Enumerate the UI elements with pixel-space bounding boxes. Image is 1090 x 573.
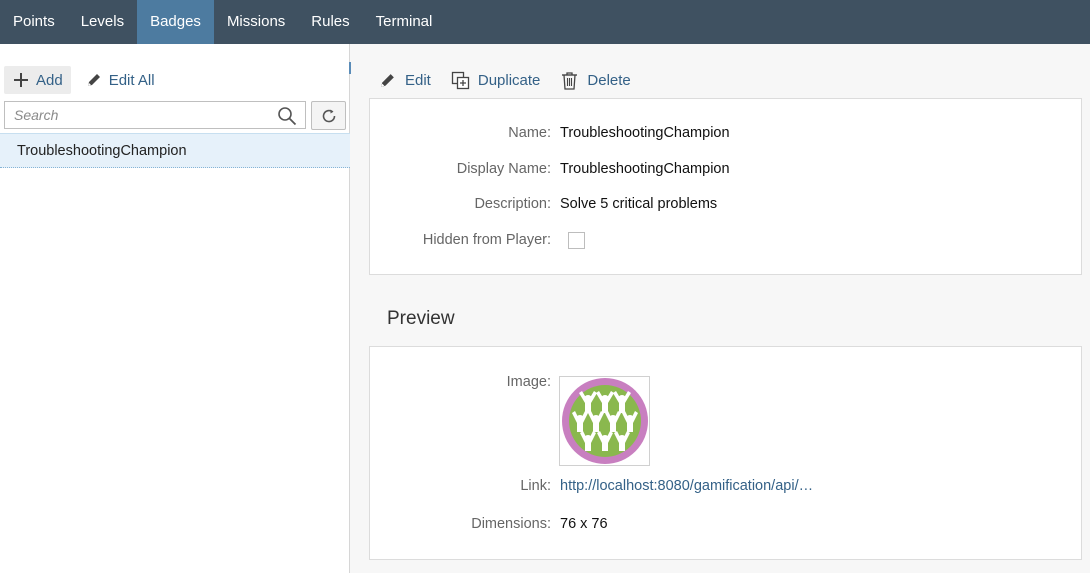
description-label: Description: — [474, 196, 551, 212]
search-icon[interactable] — [277, 106, 297, 126]
tab-missions[interactable]: Missions — [214, 0, 298, 44]
plus-icon — [14, 73, 28, 87]
list-toolbar: Add Edit All — [4, 66, 163, 94]
detail-toolbar: Edit Duplicate Delete — [378, 66, 631, 94]
image-link[interactable]: http://localhost:8080/gamification/api/… — [560, 478, 813, 494]
preview-title: Preview — [387, 308, 455, 329]
tab-badges[interactable]: Badges — [137, 0, 214, 44]
link-row: Link: http://localhost:8080/gamification… — [370, 478, 1083, 494]
display-name-label: Display Name: — [456, 161, 551, 177]
image-label: Image: — [506, 374, 551, 390]
splitter-handle[interactable] — [349, 62, 351, 74]
display-name-row: Display Name: TroubleshootingChampion — [370, 161, 1083, 177]
pencil-icon — [381, 73, 394, 87]
display-name-value: TroubleshootingChampion — [560, 161, 730, 177]
tab-levels[interactable]: Levels — [68, 0, 137, 44]
list-item[interactable]: TroubleshootingChampion — [0, 133, 350, 168]
dimensions-label: Dimensions: — [471, 516, 551, 532]
delete-button-label: Delete — [587, 71, 631, 89]
description-value: Solve 5 critical problems — [560, 196, 718, 212]
name-value: TroubleshootingChampion — [560, 125, 730, 141]
trash-icon — [562, 71, 578, 90]
badge-details-card: Name: TroubleshootingChampion Display Na… — [369, 98, 1082, 275]
duplicate-button[interactable]: Duplicate — [451, 71, 541, 90]
name-label: Name: — [508, 125, 551, 141]
edit-all-button-label: Edit All — [108, 71, 155, 89]
pencil-icon — [87, 74, 100, 86]
tab-rules[interactable]: Rules — [298, 0, 362, 44]
search-input[interactable] — [5, 102, 265, 128]
add-button-label: Add — [36, 71, 63, 89]
top-nav: Points Levels Badges Missions Rules Term… — [0, 0, 1090, 44]
hidden-checkbox[interactable] — [568, 232, 585, 249]
badge-list-panel: Add Edit All TroubleshootingChampion — [0, 44, 350, 573]
hidden-label: Hidden from Player: — [422, 231, 551, 248]
preview-card: Image: Link: http://localhost:8080/gamif… — [369, 346, 1082, 560]
description-row: Description: Solve 5 critical problems — [370, 196, 1083, 212]
badge-image — [559, 376, 650, 466]
hidden-row: Hidden from Player: — [370, 230, 1083, 249]
image-row: Image: — [370, 374, 1083, 390]
tab-points[interactable]: Points — [0, 0, 68, 44]
search-field — [4, 101, 306, 129]
link-label: Link: — [520, 478, 551, 494]
add-button[interactable]: Add — [4, 66, 71, 94]
dimensions-row: Dimensions: 76 x 76 — [370, 516, 1083, 532]
refresh-icon — [322, 109, 335, 122]
duplicate-icon — [451, 71, 470, 89]
badge-people-icon — [561, 378, 648, 464]
name-row: Name: TroubleshootingChampion — [370, 125, 1083, 141]
edit-button[interactable]: Edit — [378, 71, 431, 90]
dimensions-value: 76 x 76 — [560, 516, 608, 532]
edit-all-button[interactable]: Edit All — [77, 66, 163, 94]
edit-button-label: Edit — [405, 71, 431, 89]
tab-terminal[interactable]: Terminal — [363, 0, 446, 44]
duplicate-button-label: Duplicate — [477, 71, 541, 89]
refresh-button[interactable] — [311, 101, 346, 130]
badge-list: TroubleshootingChampion — [0, 133, 350, 168]
delete-button[interactable]: Delete — [560, 71, 631, 90]
